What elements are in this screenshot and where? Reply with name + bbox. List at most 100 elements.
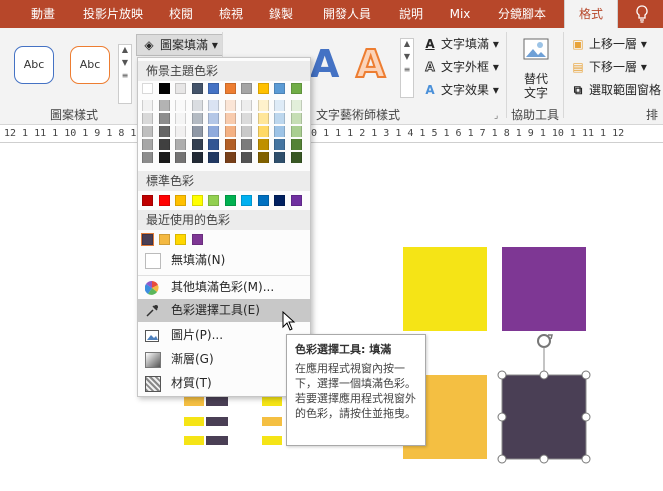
- theme-shade-swatch[interactable]: [208, 152, 219, 163]
- theme-shade-swatch[interactable]: [257, 100, 269, 111]
- more-fill-colors-item[interactable]: 其他填滿色彩(M)...: [138, 275, 310, 299]
- theme-shade-swatch[interactable]: [257, 139, 269, 150]
- theme-shade-swatch[interactable]: [191, 126, 203, 137]
- tab-storyboard[interactable]: 分鏡腳本: [490, 0, 554, 28]
- theme-shade-swatch[interactable]: [191, 152, 203, 163]
- standard-color-swatch[interactable]: [274, 195, 285, 206]
- text-effects-button[interactable]: A 文字效果 ▾: [422, 80, 499, 100]
- wordart-scroll[interactable]: ▲ ▼ ≡: [400, 38, 414, 98]
- theme-color-swatch[interactable]: [290, 83, 302, 94]
- theme-shade-swatch[interactable]: [191, 139, 203, 150]
- theme-shade-swatch[interactable]: [175, 126, 186, 137]
- theme-color-swatch[interactable]: [142, 83, 153, 94]
- theme-shade-swatch[interactable]: [274, 126, 285, 137]
- theme-color-swatch[interactable]: [158, 83, 170, 94]
- standard-color-swatch[interactable]: [208, 195, 219, 206]
- theme-shade-swatch[interactable]: [175, 139, 186, 150]
- standard-color-row[interactable]: [142, 195, 308, 208]
- purple-square[interactable]: [502, 247, 586, 331]
- text-fill-button[interactable]: A 文字填滿 ▾: [422, 34, 499, 54]
- theme-shade-swatch[interactable]: [241, 113, 252, 124]
- standard-color-swatch[interactable]: [290, 195, 302, 206]
- theme-shade-swatch[interactable]: [241, 139, 252, 150]
- theme-shade-swatch[interactable]: [290, 100, 302, 111]
- texture-fill-item[interactable]: 材質(T): [138, 372, 310, 395]
- theme-shade-swatch[interactable]: [158, 100, 170, 111]
- theme-shade-swatch[interactable]: [224, 139, 236, 150]
- standard-color-swatch[interactable]: [241, 195, 252, 206]
- theme-shade-swatch[interactable]: [224, 100, 236, 111]
- tab-record[interactable]: 錄製: [260, 0, 302, 28]
- theme-shade-swatch[interactable]: [290, 126, 302, 137]
- theme-shade-swatch[interactable]: [224, 126, 236, 137]
- theme-shade-swatch[interactable]: [142, 126, 153, 137]
- shape-fill-button[interactable]: ◈ 圖案填滿 ▾: [136, 34, 223, 56]
- standard-color-swatch[interactable]: [175, 195, 186, 206]
- recent-color-swatch[interactable]: [175, 234, 186, 245]
- text-outline-button[interactable]: A 文字外框 ▾: [422, 57, 499, 77]
- standard-color-swatch[interactable]: [191, 195, 203, 206]
- send-backward-button[interactable]: ▤ 下移一層 ▾: [570, 57, 647, 77]
- theme-color-swatch[interactable]: [208, 83, 219, 94]
- wordart-orange-a[interactable]: A: [355, 41, 390, 87]
- theme-shade-swatch[interactable]: [142, 113, 153, 124]
- theme-shade-swatch[interactable]: [241, 152, 252, 163]
- theme-color-swatch[interactable]: [257, 83, 269, 94]
- shape-style-blue[interactable]: Abc: [14, 46, 54, 84]
- theme-shade-swatch[interactable]: [158, 152, 170, 163]
- gradient-fill-item[interactable]: 漸層(G): [138, 348, 310, 371]
- tab-help[interactable]: 說明: [390, 0, 432, 28]
- theme-shade-swatch[interactable]: [224, 152, 236, 163]
- theme-shade-swatch[interactable]: [208, 113, 219, 124]
- recent-color-row[interactable]: [141, 233, 308, 247]
- theme-shade-swatch[interactable]: [142, 100, 153, 111]
- theme-shade-swatch[interactable]: [175, 100, 186, 111]
- theme-shade-swatch[interactable]: [241, 100, 252, 111]
- theme-shade-swatch[interactable]: [175, 113, 186, 124]
- lightbulb-icon[interactable]: [630, 0, 654, 28]
- tab-view[interactable]: 檢視: [210, 0, 252, 28]
- theme-color-swatch[interactable]: [274, 83, 285, 94]
- theme-shade-swatch[interactable]: [224, 113, 236, 124]
- standard-color-swatch[interactable]: [142, 195, 153, 206]
- tab-format[interactable]: 格式: [564, 0, 618, 28]
- recent-color-swatch[interactable]: [191, 234, 203, 245]
- theme-shade-swatch[interactable]: [257, 126, 269, 137]
- selection-handles[interactable]: [490, 329, 594, 469]
- theme-shade-swatch[interactable]: [290, 139, 302, 150]
- selection-pane-button[interactable]: ⧉ 選取範圍窗格: [570, 80, 661, 100]
- theme-shade-swatch[interactable]: [191, 113, 203, 124]
- theme-shade-swatch[interactable]: [142, 152, 153, 163]
- recent-color-swatch[interactable]: [158, 234, 170, 245]
- theme-shade-swatch[interactable]: [158, 126, 170, 137]
- theme-shade-swatch[interactable]: [274, 152, 285, 163]
- recent-color-swatch[interactable]: [141, 233, 154, 246]
- no-fill-item[interactable]: 無填滿(N): [138, 249, 310, 272]
- theme-shade-swatch[interactable]: [257, 152, 269, 163]
- theme-shade-swatch[interactable]: [290, 113, 302, 124]
- tab-review[interactable]: 校閱: [160, 0, 202, 28]
- theme-shade-swatch[interactable]: [290, 152, 302, 163]
- tab-animations[interactable]: 動畫: [22, 0, 64, 28]
- standard-color-swatch[interactable]: [158, 195, 170, 206]
- wordart-blue-a[interactable]: A: [310, 42, 340, 86]
- theme-color-swatch[interactable]: [191, 83, 203, 94]
- standard-color-swatch[interactable]: [257, 195, 269, 206]
- standard-color-swatch[interactable]: [224, 195, 236, 206]
- tab-slideshow[interactable]: 投影片放映: [76, 0, 150, 28]
- theme-shade-swatch[interactable]: [208, 126, 219, 137]
- theme-shade-swatch[interactable]: [274, 113, 285, 124]
- theme-shade-swatch[interactable]: [274, 139, 285, 150]
- yellow-square[interactable]: [403, 247, 487, 331]
- theme-color-swatch[interactable]: [224, 83, 236, 94]
- theme-shade-swatch[interactable]: [191, 100, 203, 111]
- theme-shade-swatch[interactable]: [208, 100, 219, 111]
- dialog-launcher-icon[interactable]: ⌟: [494, 111, 498, 121]
- theme-color-swatch[interactable]: [175, 83, 186, 94]
- tab-developer[interactable]: 開發人員: [316, 0, 378, 28]
- alt-text-button[interactable]: 替代 文字: [520, 72, 552, 100]
- theme-shade-swatch[interactable]: [158, 139, 170, 150]
- theme-shade-swatch[interactable]: [274, 100, 285, 111]
- theme-shade-swatch[interactable]: [241, 126, 252, 137]
- shape-style-orange[interactable]: Abc: [70, 46, 110, 84]
